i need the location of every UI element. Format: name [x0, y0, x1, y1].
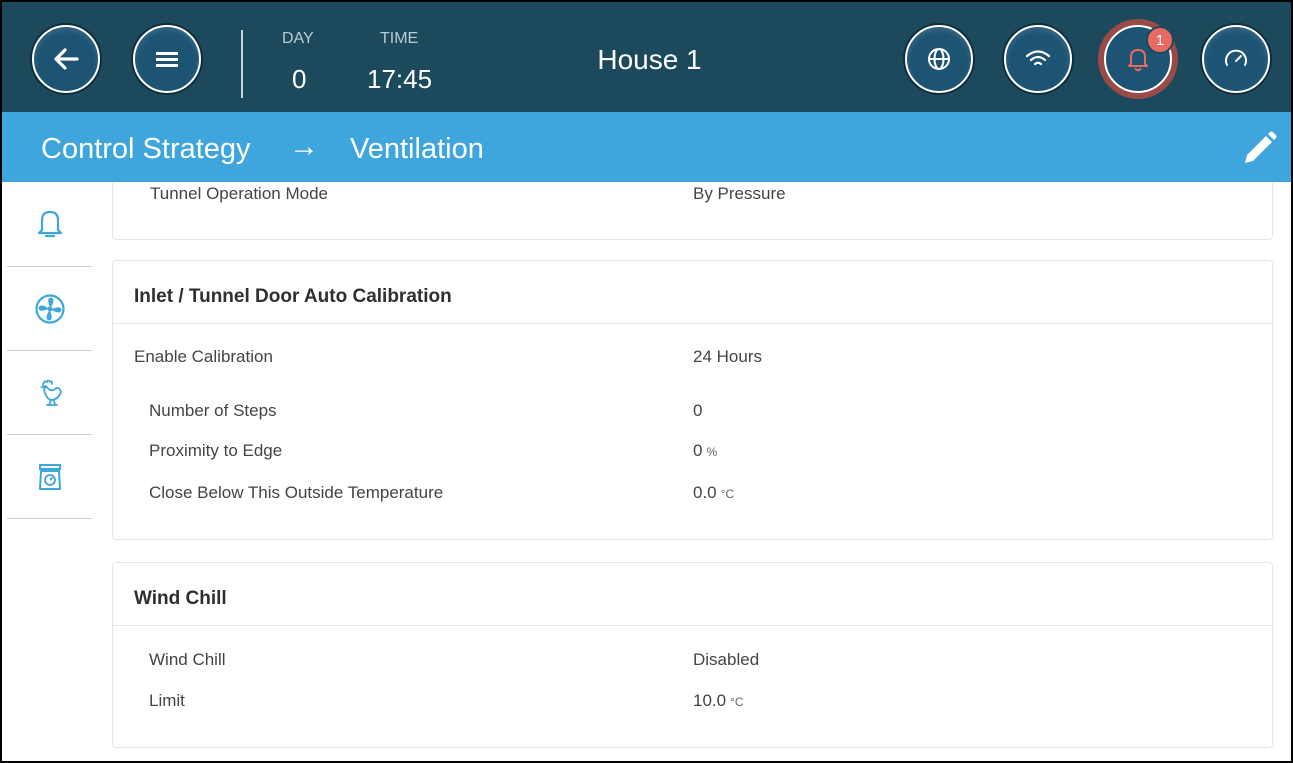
sidebar-item-ventilation[interactable]	[7, 268, 92, 350]
sidebar-divider	[7, 350, 92, 351]
tunnel-operation-mode-label: Tunnel Operation Mode	[150, 184, 328, 203]
proximity-to-edge-number: 0	[693, 441, 703, 460]
wind-chill-value[interactable]: Disabled	[693, 650, 759, 670]
gauge-icon	[1225, 49, 1247, 66]
sidebar-item-alarms[interactable]	[7, 182, 92, 264]
edit-button[interactable]	[1239, 129, 1279, 169]
rooster-icon	[38, 379, 62, 406]
wind-chill-card: Wind Chill Wind Chill Disabled Limit 10.…	[112, 562, 1273, 748]
sidebar-divider	[7, 518, 92, 519]
breadcrumb-control-strategy[interactable]: Control Strategy	[41, 133, 251, 166]
breadcrumb: Control Strategy → Ventilation	[2, 112, 1291, 182]
percent-unit: %	[706, 445, 718, 459]
proximity-to-edge-value[interactable]: 0%	[693, 441, 717, 461]
number-of-steps-value[interactable]: 0	[693, 401, 702, 421]
globe-icon	[928, 48, 950, 70]
wind-chill-card-header: Wind Chill	[113, 563, 1272, 626]
wind-chill-card-title: Wind Chill	[134, 588, 227, 609]
proximity-to-edge-label: Proximity to Edge	[149, 441, 283, 460]
tunnel-operation-mode-value[interactable]: By Pressure	[693, 184, 786, 204]
sidebar-divider	[7, 434, 92, 435]
number-of-steps-label: Number of Steps	[149, 401, 277, 420]
celsius-unit: °C	[720, 487, 735, 501]
close-below-temp-value[interactable]: 0.0 °C	[693, 483, 734, 503]
alarm-count-badge: 1	[1146, 26, 1174, 54]
close-below-temp-label: Close Below This Outside Temperature	[149, 483, 444, 502]
bell-icon	[1128, 49, 1148, 72]
enable-calibration-label: Enable Calibration	[134, 347, 273, 366]
language-button[interactable]	[905, 25, 973, 93]
sidebar-divider	[7, 266, 92, 267]
limit-label: Limit	[149, 691, 185, 710]
limit-value[interactable]: 10.0 °C	[693, 691, 744, 711]
sidebar-item-scale[interactable]	[7, 436, 92, 518]
calibration-card-header: Inlet / Tunnel Door Auto Calibration	[113, 261, 1272, 324]
breadcrumb-ventilation: Ventilation	[350, 133, 484, 165]
dashboard-button[interactable]	[1202, 25, 1270, 93]
close-below-temp-number: 0.0	[693, 483, 717, 502]
house-title-text: House 1	[597, 44, 702, 75]
sidebar	[2, 182, 94, 761]
network-button[interactable]	[1004, 25, 1072, 93]
wifi-icon	[1025, 50, 1051, 66]
enable-calibration-value[interactable]: 24 Hours	[693, 347, 762, 367]
calibration-card-title: Inlet / Tunnel Door Auto Calibration	[134, 286, 452, 307]
sidebar-item-birds[interactable]	[7, 352, 92, 434]
calibration-card: Inlet / Tunnel Door Auto Calibration Ena…	[112, 260, 1273, 540]
celsius-unit: °C	[730, 695, 744, 709]
limit-number: 10.0	[693, 691, 727, 710]
breadcrumb-separator: →	[289, 130, 319, 163]
bell-icon	[37, 210, 62, 238]
fan-icon	[34, 294, 65, 324]
scale-icon	[38, 464, 61, 490]
app-window: DAY 0 TIME 17:45 House 1 1 Control Strat…	[0, 0, 1293, 763]
wind-chill-label: Wind Chill	[149, 650, 226, 669]
top-bar: DAY 0 TIME 17:45 House 1 1	[2, 2, 1291, 112]
house-title: House 1	[2, 44, 1291, 76]
pencil-icon	[1245, 131, 1277, 163]
